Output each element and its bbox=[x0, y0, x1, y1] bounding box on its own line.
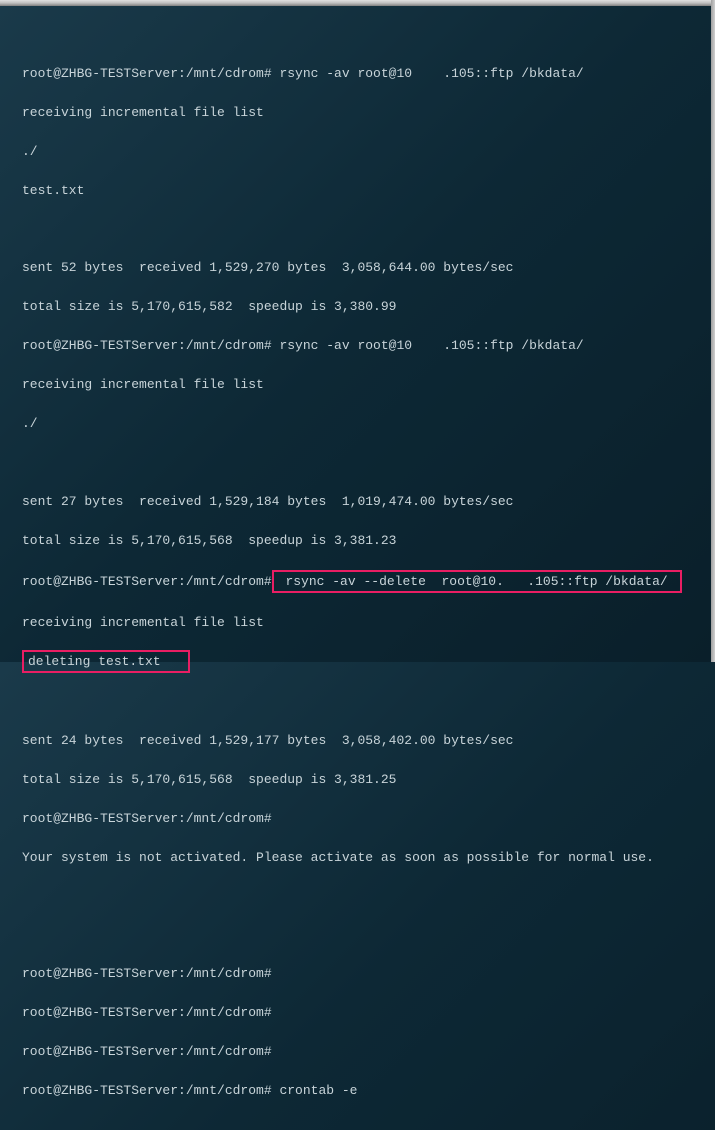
terminal-line: total size is 5,170,615,568 speedup is 3… bbox=[22, 770, 693, 790]
terminal-line: receiving incremental file list bbox=[22, 613, 693, 633]
terminal-line: root@ZHBG-TESTServer:/mnt/cdrom# rsync -… bbox=[22, 336, 693, 356]
terminal-line: root@ZHBG-TESTServer:/mnt/cdrom# rsync -… bbox=[22, 570, 693, 594]
terminal-line bbox=[22, 887, 693, 906]
window-right-border bbox=[711, 0, 715, 662]
terminal-line: deleting test.txt bbox=[22, 652, 693, 674]
terminal-output[interactable]: root@ZHBG-TESTServer:/mnt/cdrom# rsync -… bbox=[2, 2, 713, 1130]
terminal-line: root@ZHBG-TESTServer:/mnt/cdrom# rsync -… bbox=[22, 64, 693, 84]
terminal-line: root@ZHBG-TESTServer:/mnt/cdrom# crontab… bbox=[22, 1081, 693, 1101]
terminal-line: receiving incremental file list bbox=[22, 103, 693, 123]
terminal-line bbox=[22, 453, 693, 472]
terminal-line: test.txt bbox=[22, 181, 693, 201]
terminal-line: Your system is not activated. Please act… bbox=[22, 848, 693, 868]
terminal-line: root@ZHBG-TESTServer:/mnt/cdrom# bbox=[22, 1003, 693, 1023]
highlighted-command: rsync -av --delete root@10. .105::ftp /b… bbox=[272, 570, 682, 594]
terminal-line: sent 27 bytes received 1,529,184 bytes 1… bbox=[22, 492, 693, 512]
terminal-line: total size is 5,170,615,568 speedup is 3… bbox=[22, 531, 693, 551]
prompt-text: root@ZHBG-TESTServer:/mnt/cdrom# bbox=[22, 574, 272, 589]
terminal-line bbox=[22, 693, 693, 712]
terminal-line: ./ bbox=[22, 142, 693, 162]
terminal-line: ./ bbox=[22, 414, 693, 434]
terminal-line bbox=[22, 220, 693, 239]
terminal-line: receiving incremental file list bbox=[22, 375, 693, 395]
terminal-line: total size is 5,170,615,582 speedup is 3… bbox=[22, 297, 693, 317]
highlighted-deletion: deleting test.txt bbox=[22, 650, 190, 674]
terminal-line: root@ZHBG-TESTServer:/mnt/cdrom# bbox=[22, 1042, 693, 1062]
terminal-line bbox=[22, 926, 693, 945]
terminal-line: sent 52 bytes received 1,529,270 bytes 3… bbox=[22, 258, 693, 278]
terminal-line: root@ZHBG-TESTServer:/mnt/cdrom# bbox=[22, 964, 693, 984]
terminal-line: sent 24 bytes received 1,529,177 bytes 3… bbox=[22, 731, 693, 751]
window-top-border bbox=[0, 0, 715, 6]
terminal-line: root@ZHBG-TESTServer:/mnt/cdrom# bbox=[22, 809, 693, 829]
